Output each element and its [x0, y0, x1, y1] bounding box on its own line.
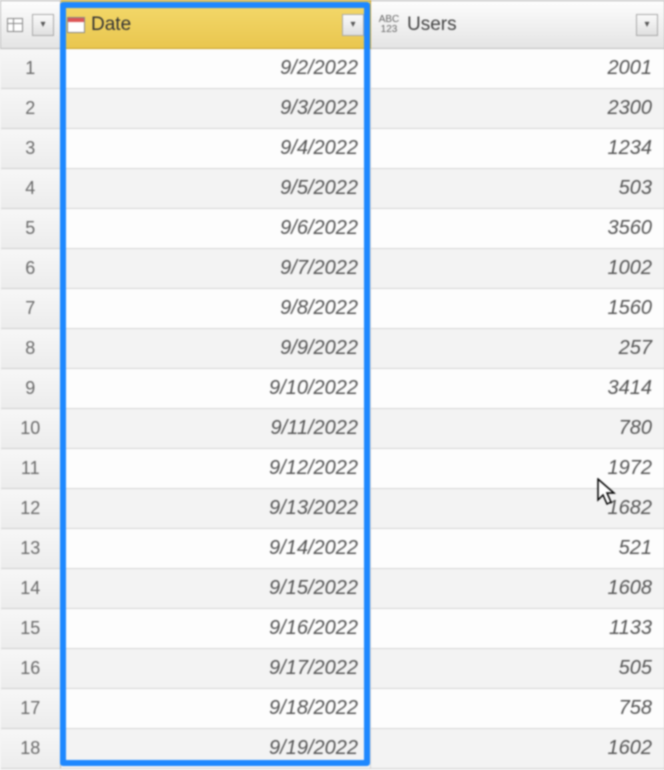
users-cell[interactable]: 1002 [371, 249, 664, 289]
row-number-header[interactable]: ▾ [1, 1, 61, 49]
date-filter-button[interactable]: ▾ [342, 14, 364, 36]
date-cell[interactable]: 9/8/2022 [61, 289, 371, 329]
table-row[interactable]: 59/6/20223560 [1, 209, 664, 249]
date-cell[interactable]: 9/7/2022 [61, 249, 371, 289]
query-table: ▾ Date ▾ ABC 123 [0, 0, 664, 770]
row-number-cell[interactable]: 11 [1, 449, 61, 489]
any-type-icon: ABC 123 [377, 15, 401, 35]
table-row[interactable]: 39/4/20221234 [1, 129, 664, 169]
date-cell[interactable]: 9/3/2022 [61, 89, 371, 129]
table-row[interactable]: 159/16/20221133 [1, 609, 664, 649]
calendar-icon [67, 17, 85, 33]
users-cell[interactable]: 257 [371, 329, 664, 369]
date-cell[interactable]: 9/5/2022 [61, 169, 371, 209]
row-number-cell[interactable]: 4 [1, 169, 61, 209]
users-cell[interactable]: 1560 [371, 289, 664, 329]
row-number-cell[interactable]: 14 [1, 569, 61, 609]
row-number-cell[interactable]: 6 [1, 249, 61, 289]
table-row[interactable]: 69/7/20221002 [1, 249, 664, 289]
column-header-date[interactable]: Date ▾ [61, 1, 371, 49]
table-row[interactable]: 99/10/20223414 [1, 369, 664, 409]
table-row[interactable]: 19/2/20222001 [1, 49, 664, 89]
table-row[interactable]: 79/8/20221560 [1, 289, 664, 329]
row-number-cell[interactable]: 1 [1, 49, 61, 89]
date-cell[interactable]: 9/14/2022 [61, 529, 371, 569]
users-cell[interactable]: 521 [371, 529, 664, 569]
users-cell[interactable]: 2300 [371, 89, 664, 129]
column-label-users: Users [407, 14, 630, 36]
row-number-cell[interactable]: 12 [1, 489, 61, 529]
users-cell[interactable]: 758 [371, 689, 664, 729]
users-cell[interactable]: 1133 [371, 609, 664, 649]
date-cell[interactable]: 9/18/2022 [61, 689, 371, 729]
row-number-cell[interactable]: 17 [1, 689, 61, 729]
column-label-date: Date [91, 14, 336, 36]
table-row[interactable]: 49/5/2022503 [1, 169, 664, 209]
users-cell[interactable]: 1972 [371, 449, 664, 489]
users-cell[interactable]: 1682 [371, 489, 664, 529]
row-number-cell[interactable]: 2 [1, 89, 61, 129]
users-cell[interactable]: 780 [371, 409, 664, 449]
row-number-cell[interactable]: 9 [1, 369, 61, 409]
row-number-cell[interactable]: 5 [1, 209, 61, 249]
date-cell[interactable]: 9/16/2022 [61, 609, 371, 649]
date-cell[interactable]: 9/19/2022 [61, 729, 371, 769]
date-cell[interactable]: 9/4/2022 [61, 129, 371, 169]
users-cell[interactable]: 503 [371, 169, 664, 209]
table-row[interactable]: 29/3/20222300 [1, 89, 664, 129]
users-filter-button[interactable]: ▾ [636, 14, 658, 36]
row-number-cell[interactable]: 7 [1, 289, 61, 329]
table-row[interactable]: 129/13/20221682 [1, 489, 664, 529]
row-number-filter-button[interactable]: ▾ [32, 14, 54, 36]
table-row[interactable]: 139/14/2022521 [1, 529, 664, 569]
date-cell[interactable]: 9/9/2022 [61, 329, 371, 369]
users-cell[interactable]: 1234 [371, 129, 664, 169]
date-cell[interactable]: 9/15/2022 [61, 569, 371, 609]
row-number-cell[interactable]: 13 [1, 529, 61, 569]
row-number-cell[interactable]: 8 [1, 329, 61, 369]
row-number-cell[interactable]: 3 [1, 129, 61, 169]
date-cell[interactable]: 9/13/2022 [61, 489, 371, 529]
table-row[interactable]: 149/15/20221608 [1, 569, 664, 609]
row-number-cell[interactable]: 18 [1, 729, 61, 769]
date-cell[interactable]: 9/17/2022 [61, 649, 371, 689]
users-cell[interactable]: 3414 [371, 369, 664, 409]
table-row[interactable]: 119/12/20221972 [1, 449, 664, 489]
date-cell[interactable]: 9/12/2022 [61, 449, 371, 489]
row-number-cell[interactable]: 10 [1, 409, 61, 449]
table-row[interactable]: 189/19/20221602 [1, 729, 664, 769]
users-cell[interactable]: 1608 [371, 569, 664, 609]
users-cell[interactable]: 2001 [371, 49, 664, 89]
date-cell[interactable]: 9/6/2022 [61, 209, 371, 249]
users-cell[interactable]: 3560 [371, 209, 664, 249]
row-number-cell[interactable]: 16 [1, 649, 61, 689]
users-cell[interactable]: 505 [371, 649, 664, 689]
column-header-users[interactable]: ABC 123 Users ▾ [371, 1, 664, 49]
date-cell[interactable]: 9/10/2022 [61, 369, 371, 409]
date-cell[interactable]: 9/11/2022 [61, 409, 371, 449]
row-number-cell[interactable]: 15 [1, 609, 61, 649]
table-row[interactable]: 89/9/2022257 [1, 329, 664, 369]
users-cell[interactable]: 1602 [371, 729, 664, 769]
table-row[interactable]: 179/18/2022758 [1, 689, 664, 729]
table-row[interactable]: 109/11/2022780 [1, 409, 664, 449]
table-icon [7, 18, 23, 32]
table-row[interactable]: 169/17/2022505 [1, 649, 664, 689]
date-cell[interactable]: 9/2/2022 [61, 49, 371, 89]
